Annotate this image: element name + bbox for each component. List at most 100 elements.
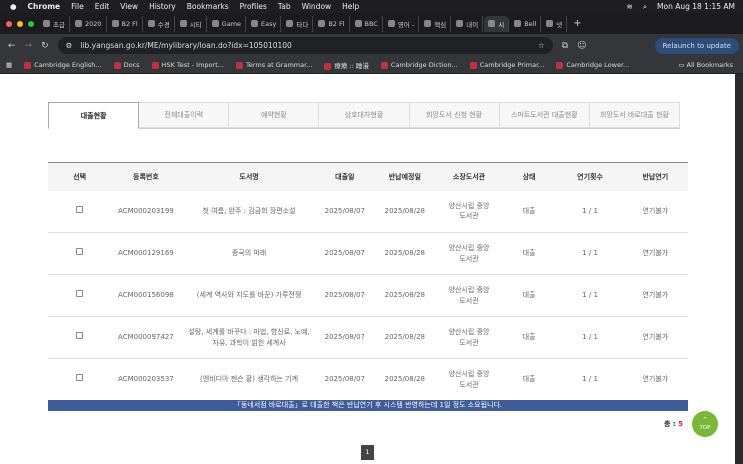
menu-bookmarks[interactable]: Bookmarks xyxy=(187,2,229,11)
tab-1[interactable]: 전체대출이력 xyxy=(139,102,230,128)
search-icon[interactable]: ⌕ xyxy=(643,2,647,12)
extensions-icon[interactable]: ⧉ xyxy=(562,41,568,51)
browser-tab[interactable]: 타다 xyxy=(282,15,314,32)
minimize-window-button[interactable] xyxy=(17,20,23,27)
loan-table: 선택 등록번호 도서명 대출일 반납예정일 소장도서관 상태 연기횟수 반납연기 ACM0002… xyxy=(48,162,688,401)
top-label: TOP xyxy=(699,425,711,431)
loan-date: 2025/08/07 xyxy=(317,316,373,359)
browser-tab[interactable]: 시 xyxy=(484,15,510,32)
tab-favicon-icon xyxy=(387,20,395,27)
book-title: (세계 역사와 지도를 바꾼) 가루전쟁 xyxy=(180,274,318,317)
forward-icon[interactable]: → xyxy=(25,41,33,51)
chevron-up-icon: ^ xyxy=(702,417,708,423)
bookmark-item[interactable]: Cambridge English... xyxy=(24,61,102,69)
menu-app[interactable]: Chrome xyxy=(28,2,61,11)
profile-avatar[interactable]: ☺ xyxy=(577,41,586,51)
tab-6[interactable]: 희망도서 바로대출 현황 xyxy=(589,102,680,128)
tab-2[interactable]: 예약현황 xyxy=(229,102,320,128)
column-header: 상태 xyxy=(500,162,558,191)
registration-number: ACM000129169 xyxy=(111,232,181,275)
bookmark-favicon-icon xyxy=(469,61,477,69)
row-checkbox[interactable] xyxy=(76,248,84,256)
browser-tab[interactable]: B2 Fl xyxy=(314,15,350,32)
tab-title: Bell xyxy=(524,19,537,28)
page-1-button[interactable]: 1 xyxy=(361,445,374,460)
bookmark-item[interactable]: Cambridge Diction... xyxy=(380,61,458,69)
menu-tab[interactable]: Tab xyxy=(278,2,291,11)
bookmark-favicon-icon xyxy=(324,62,332,70)
relaunch-button[interactable]: Relaunch to update xyxy=(654,37,739,54)
row-checkbox[interactable] xyxy=(76,206,84,213)
apple-icon[interactable]: ● xyxy=(10,2,17,11)
tab-5[interactable]: 스마트도서관 대출현황 xyxy=(499,102,590,128)
column-header: 등록번호 xyxy=(111,162,181,191)
browser-tab[interactable]: 2020 xyxy=(71,15,107,32)
all-bookmarks-button[interactable]: ▭ All Bookmarks xyxy=(678,61,743,69)
tab-title: 영어 - xyxy=(397,20,415,29)
maximize-window-button[interactable] xyxy=(28,20,34,27)
bookmark-item[interactable]: Cambridge Primar... xyxy=(469,61,544,69)
row-checkbox[interactable] xyxy=(76,332,84,340)
menu-help[interactable]: Help xyxy=(342,2,359,11)
browser-tab[interactable]: Game xyxy=(208,15,247,32)
scrollbar[interactable] xyxy=(735,74,743,464)
browser-tab[interactable]: 시티 xyxy=(176,15,207,32)
bookmark-item[interactable]: Docs xyxy=(113,61,140,69)
browser-tab[interactable]: 영어 - xyxy=(384,15,420,32)
bookmark-label: Cambridge Diction... xyxy=(390,61,458,69)
menu-history[interactable]: History xyxy=(149,2,176,11)
total-label: 총 : xyxy=(664,420,679,428)
row-checkbox[interactable] xyxy=(76,290,84,298)
tab-favicon-icon xyxy=(147,20,155,27)
tab-title: BBC xyxy=(364,19,378,28)
bookmark-item[interactable]: Cambridge Lower... xyxy=(556,61,629,69)
clock[interactable]: Mon Aug 18 1:15 AM xyxy=(657,2,735,11)
bookmark-star-icon[interactable]: ☆ xyxy=(538,41,545,50)
browser-tab[interactable]: 핵심 xyxy=(420,15,452,32)
browser-tab[interactable]: 초급 xyxy=(39,15,70,32)
row-checkbox[interactable] xyxy=(76,374,84,382)
apps-icon[interactable]: ▦ xyxy=(6,61,12,69)
tab-favicon-icon xyxy=(354,20,362,27)
notice-banner: 「동네서점 바로대출」로 대출한 책은 반납연기 후 시스템 반영하는데 1일 … xyxy=(48,400,688,411)
menu-profiles[interactable]: Profiles xyxy=(240,2,267,11)
menu-view[interactable]: View xyxy=(120,2,138,11)
tab-favicon-icon xyxy=(211,20,219,27)
reload-icon[interactable]: ↻ xyxy=(41,41,49,51)
browser-tab[interactable]: Easy xyxy=(247,15,282,32)
url-text[interactable]: lib.yangsan.go.kr/ME/mylibrary/loan.do?i… xyxy=(80,41,291,50)
scroll-top-button[interactable]: ^ TOP xyxy=(692,411,718,437)
tab-3[interactable]: 상호대차현황 xyxy=(319,102,410,128)
bookmarks-bar: ▦ Cambridge English... Docs HSK Test - Imp… xyxy=(0,57,743,74)
browser-tab[interactable]: Bell xyxy=(510,15,542,32)
menu-file[interactable]: File xyxy=(71,2,84,11)
new-tab-button[interactable]: + xyxy=(573,18,581,29)
bookmark-item[interactable]: 療療 :: 睡漫 xyxy=(324,60,369,70)
browser-tab[interactable]: 넷 xyxy=(542,15,568,32)
bookmark-item[interactable]: HSK Test - Import... xyxy=(151,61,224,69)
browser-tab[interactable]: 수경 xyxy=(144,15,175,32)
site-settings-icon[interactable]: ⚙ xyxy=(66,41,73,50)
browser-tab[interactable]: BBC xyxy=(351,15,383,32)
folder-icon: ▭ xyxy=(678,61,687,69)
library: 양산시립 중앙도서관 xyxy=(437,232,501,275)
tab-4[interactable]: 희망도서 신청 현황 xyxy=(409,102,500,128)
status: 대출 xyxy=(500,358,558,401)
tab-0[interactable]: 대출현황 xyxy=(48,102,140,129)
close-window-button[interactable] xyxy=(6,20,12,27)
wifi-icon[interactable]: ≋ xyxy=(627,2,633,11)
url-field[interactable]: ⚙ lib.yangsan.go.kr/ME/mylibrary/loan.do… xyxy=(57,37,553,54)
back-icon[interactable]: ← xyxy=(8,41,16,51)
menu-window[interactable]: Window xyxy=(302,2,332,11)
bookmark-item[interactable]: Terms at Grammar... xyxy=(235,61,312,69)
registration-number: ACM000097427 xyxy=(111,316,181,359)
tab-title: 핵심 xyxy=(434,20,447,29)
menu-edit[interactable]: Edit xyxy=(95,2,110,11)
due-date: 2025/08/28 xyxy=(372,232,438,275)
select-cell xyxy=(48,358,112,401)
browser-tab[interactable]: 내이 xyxy=(452,15,484,32)
total-value: 5 xyxy=(678,420,683,428)
book-title: 설탕, 세계를 바꾸다 : 마법, 향신료, 노예, 자유, 과학이 얽힌 세계… xyxy=(180,316,318,359)
browser-tab[interactable]: B2 Fl xyxy=(108,15,143,32)
due-date: 2025/08/28 xyxy=(372,316,438,359)
